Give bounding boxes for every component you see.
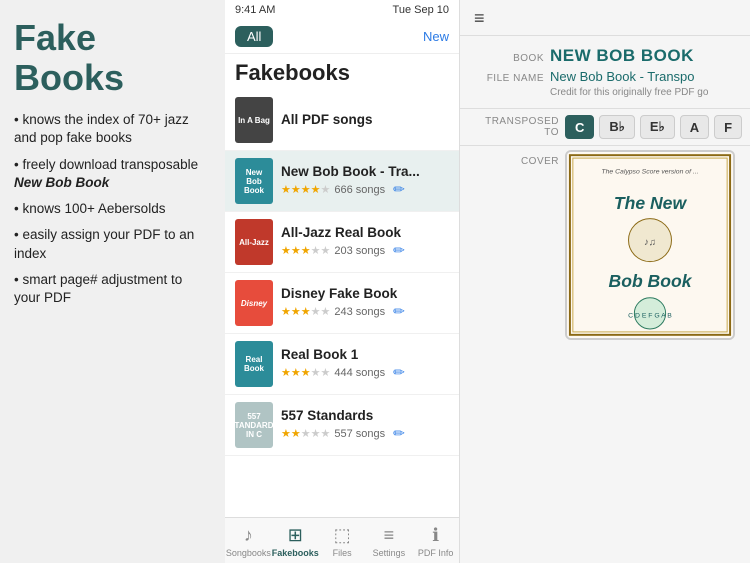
- all-button[interactable]: All: [235, 26, 273, 47]
- tab-fakebooks[interactable]: ⊞ Fakebooks: [272, 522, 319, 561]
- song-count: 557 songs: [334, 428, 385, 440]
- status-time: 9:41 AM: [235, 4, 275, 16]
- transpose-row: Transposed To CB♭E♭AF: [460, 109, 750, 146]
- key-button-A[interactable]: A: [680, 115, 709, 139]
- tab-label: PDF Info: [418, 548, 454, 558]
- song-count: 666 songs: [334, 184, 385, 196]
- tab-settings[interactable]: ≡ Settings: [366, 522, 413, 561]
- book-name: New Bob Book - Tra...: [281, 164, 449, 179]
- tab-label: Settings: [373, 548, 406, 558]
- song-count: 243 songs: [334, 306, 385, 318]
- status-bar: 9:41 AM Tue Sep 10: [225, 0, 459, 20]
- list-item[interactable]: New Bob BookNew Bob Book - Tra...★★★★★66…: [225, 151, 459, 212]
- feature-item: • freely download transposable New Bob B…: [14, 156, 211, 192]
- new-label: New: [423, 29, 449, 44]
- book-name: 557 Standards: [281, 408, 449, 423]
- features-list: • knows the index of 70+ jazz and pop fa…: [14, 111, 211, 307]
- book-label: Book: [474, 53, 544, 64]
- filename-credit: Credit for this originally free PDF go: [550, 87, 736, 98]
- feature-item: • smart page# adjustment to your PDF: [14, 271, 211, 307]
- feature-item: • knows the index of 70+ jazz and pop fa…: [14, 111, 211, 147]
- list-item[interactable]: All-JazzAll-Jazz Real Book★★★★★203 songs…: [225, 212, 459, 273]
- edit-icon[interactable]: ✏: [393, 425, 405, 442]
- key-buttons: CB♭E♭AF: [565, 115, 742, 139]
- edit-icon[interactable]: ✏: [393, 242, 405, 259]
- filename-row: File Name New Bob Book - Transpo: [474, 69, 736, 84]
- filename-value: New Bob Book - Transpo: [550, 69, 695, 84]
- tab-label: Fakebooks: [272, 548, 319, 558]
- edit-icon[interactable]: ✏: [393, 364, 405, 381]
- fakebooks-title: Fakebooks: [225, 54, 459, 90]
- edit-icon[interactable]: ✏: [393, 181, 405, 198]
- tab-bar: ♪ Songbooks ⊞ Fakebooks ⬚ Files ≡ Settings ℹ PDF …: [225, 517, 459, 563]
- tab-pdf info[interactable]: ℹ PDF Info: [412, 522, 459, 561]
- list-item[interactable]: DisneyDisney Fake Book★★★★★243 songs✏: [225, 273, 459, 334]
- book-title-value: New Bob Book: [550, 46, 694, 66]
- svg-text:The Calypso Score version of .: The Calypso Score version of ...: [601, 169, 698, 176]
- tab-songbooks[interactable]: ♪ Songbooks: [225, 522, 272, 561]
- fakebooks-icon: ⊞: [288, 525, 303, 546]
- files-icon: ⬚: [334, 525, 351, 546]
- feature-item: • easily assign your PDF to an index: [14, 226, 211, 262]
- middle-panel: 9:41 AM Tue Sep 10 All New Fakebooks In …: [225, 0, 460, 563]
- right-panel: ≡ Book New Bob Book File Name New Bob Bo…: [460, 0, 750, 563]
- key-button-Bb[interactable]: B♭: [599, 115, 635, 139]
- app-title: Fake Books: [14, 18, 211, 97]
- key-button-C[interactable]: C: [565, 115, 594, 139]
- tab-label: Songbooks: [226, 548, 271, 558]
- book-detail: Book New Bob Book File Name New Bob Book…: [460, 36, 750, 109]
- right-header: ≡: [460, 0, 750, 36]
- settings-icon: ≡: [384, 525, 395, 546]
- tab-files[interactable]: ⬚ Files: [319, 522, 366, 561]
- svg-text:C D E F G A B: C D E F G A B: [628, 312, 672, 319]
- list-item[interactable]: In A BagAll PDF songs: [225, 90, 459, 151]
- list-item[interactable]: 557 STANDARDS IN C557 Standards★★★★★557 …: [225, 395, 459, 456]
- book-name: Disney Fake Book: [281, 286, 449, 301]
- pdf info-icon: ℹ: [432, 525, 439, 546]
- song-count: 444 songs: [334, 367, 385, 379]
- key-button-F[interactable]: F: [714, 115, 742, 139]
- tab-label: Files: [333, 548, 352, 558]
- feature-item: • knows 100+ Aebersolds: [14, 200, 211, 218]
- hamburger-icon[interactable]: ≡: [474, 8, 485, 28]
- book-name: Real Book 1: [281, 347, 449, 362]
- songbooks-icon: ♪: [244, 525, 253, 546]
- book-title-row: Book New Bob Book: [474, 46, 736, 66]
- top-controls: All New: [225, 20, 459, 54]
- edit-icon[interactable]: ✏: [393, 303, 405, 320]
- cover-label: Cover: [474, 156, 559, 167]
- book-name: All PDF songs: [281, 112, 449, 127]
- svg-text:The New: The New: [614, 193, 688, 213]
- filename-label: File Name: [474, 73, 544, 84]
- key-button-Eb[interactable]: E♭: [640, 115, 675, 139]
- svg-text:Bob Book: Bob Book: [609, 271, 693, 291]
- left-panel: Fake Books • knows the index of 70+ jazz…: [0, 0, 225, 563]
- list-item[interactable]: Real BookReal Book 1★★★★★444 songs✏: [225, 334, 459, 395]
- svg-text:♪♫: ♪♫: [644, 237, 656, 248]
- cover-row: Cover The Calypso Score version of ... T…: [460, 146, 750, 344]
- transpose-label: Transposed To: [474, 116, 559, 138]
- book-cover: The Calypso Score version of ... The New…: [565, 150, 735, 340]
- status-date: Tue Sep 10: [393, 4, 449, 16]
- book-list: In A BagAll PDF songsNew Bob BookNew Bob…: [225, 90, 459, 517]
- song-count: 203 songs: [334, 245, 385, 257]
- book-name: All-Jazz Real Book: [281, 225, 449, 240]
